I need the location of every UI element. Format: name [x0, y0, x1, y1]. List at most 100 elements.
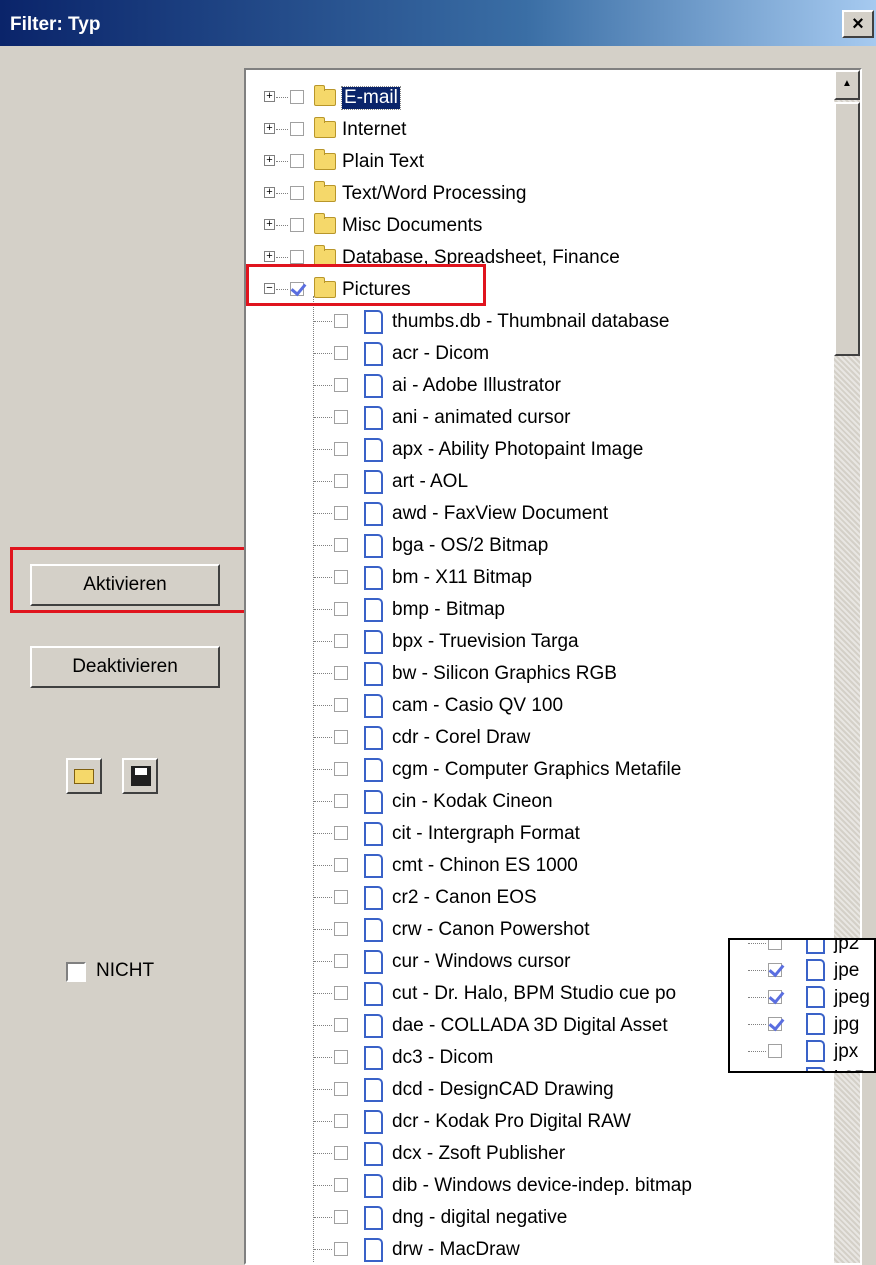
tree-checkbox[interactable] [290, 250, 304, 264]
tree-row[interactable]: dcr - Kodak Pro Digital RAW [246, 1106, 836, 1138]
expand-icon[interactable]: + [264, 123, 275, 134]
file-type-tree[interactable]: ▲ + E-mail + Internet + Plain Text + Text/Word … [244, 68, 862, 1265]
tree-checkbox[interactable] [334, 442, 348, 456]
tree-label: Text/Word Processing [342, 183, 527, 204]
tree-checkbox[interactable] [334, 314, 348, 328]
tree-row[interactable]: bmp - Bitmap [246, 594, 836, 626]
tree-connector [748, 997, 766, 998]
document-icon [364, 566, 383, 590]
open-file-button[interactable] [66, 758, 102, 794]
tree-label: dng - digital negative [392, 1207, 568, 1228]
tree-row[interactable]: cam - Casio QV 100 [246, 690, 836, 722]
tree-checkbox[interactable] [334, 1178, 348, 1192]
expand-icon[interactable]: + [264, 219, 275, 230]
tree-checkbox[interactable] [290, 90, 304, 104]
tree-row[interactable]: cdr - Corel Draw [246, 722, 836, 754]
expand-icon[interactable]: + [264, 91, 275, 102]
close-button[interactable]: × [842, 10, 874, 38]
tree-checkbox[interactable] [290, 122, 304, 136]
tree-row[interactable]: ai - Adobe Illustrator [246, 370, 836, 402]
tree-checkbox[interactable] [334, 794, 348, 808]
vertical-scrollbar[interactable]: ▲ [834, 70, 860, 1263]
tree-checkbox[interactable] [334, 1018, 348, 1032]
tree-checkbox[interactable] [334, 538, 348, 552]
tree-row[interactable]: dib - Windows device-indep. bitmap [246, 1170, 836, 1202]
document-icon [364, 758, 383, 782]
tree-row[interactable]: dcx - Zsoft Publisher [246, 1138, 836, 1170]
tree-checkbox[interactable] [334, 474, 348, 488]
tree-row[interactable]: cr2 - Canon EOS [246, 882, 836, 914]
tree-label: cit - Intergraph Format [392, 823, 580, 844]
tree-checkbox[interactable] [334, 378, 348, 392]
tree-checkbox[interactable] [334, 986, 348, 1000]
nicht-label: NICHT [96, 960, 155, 981]
tree-checkbox[interactable] [290, 186, 304, 200]
deactivate-button[interactable]: Deaktivieren [30, 646, 220, 688]
tree-checkbox[interactable] [334, 954, 348, 968]
tree-row[interactable]: ani - animated cursor [246, 402, 836, 434]
tree-label: cmt - Chinon ES 1000 [392, 855, 578, 876]
tree-checkbox[interactable] [334, 858, 348, 872]
tree-checkbox[interactable] [334, 1082, 348, 1096]
tree-row[interactable]: bga - OS/2 Bitmap [246, 530, 836, 562]
tree-checkbox[interactable] [334, 634, 348, 648]
tree-row[interactable]: apx - Ability Photopaint Image [246, 434, 836, 466]
tree-checkbox[interactable] [334, 410, 348, 424]
expand-icon[interactable]: + [264, 251, 275, 262]
tree-row[interactable]: bm - X11 Bitmap [246, 562, 836, 594]
save-disk-icon [131, 766, 151, 786]
tree-checkbox[interactable] [334, 666, 348, 680]
nicht-checkbox[interactable] [66, 962, 86, 982]
inset-checkbox [768, 1071, 782, 1073]
tree-row[interactable]: thumbs.db - Thumbnail database [246, 306, 836, 338]
tree-row[interactable]: dng - digital negative [246, 1202, 836, 1234]
expand-icon[interactable]: + [264, 187, 275, 198]
save-file-button[interactable] [122, 758, 158, 794]
inset-row: jpeg [730, 984, 874, 1011]
scroll-up-arrow-icon[interactable]: ▲ [834, 70, 860, 100]
tree-checkbox[interactable] [334, 826, 348, 840]
tree-row[interactable]: cgm - Computer Graphics Metafile [246, 754, 836, 786]
tree-row[interactable]: + Plain Text [246, 146, 836, 178]
tree-row[interactable]: cin - Kodak Cineon [246, 786, 836, 818]
tree-checkbox[interactable] [290, 218, 304, 232]
tree-row[interactable]: + E-mail [246, 82, 836, 114]
tree-row[interactable]: cit - Intergraph Format [246, 818, 836, 850]
tree-checkbox[interactable] [334, 602, 348, 616]
tree-checkbox[interactable] [334, 922, 348, 936]
scrollbar-thumb[interactable] [834, 102, 860, 356]
tree-checkbox[interactable] [334, 890, 348, 904]
tree-checkbox[interactable] [334, 1114, 348, 1128]
tree-row[interactable]: + Misc Documents [246, 210, 836, 242]
tree-checkbox[interactable] [334, 570, 348, 584]
tree-connector [314, 769, 332, 770]
tree-checkbox[interactable] [334, 506, 348, 520]
tree-row[interactable]: art - AOL [246, 466, 836, 498]
tree-row[interactable]: bw - Silicon Graphics RGB [246, 658, 836, 690]
tree-row[interactable]: drw - MacDraw [246, 1234, 836, 1263]
tree-checkbox[interactable] [334, 1050, 348, 1064]
expand-icon[interactable]: + [264, 155, 275, 166]
tree-checkbox[interactable] [334, 762, 348, 776]
document-icon [364, 1206, 383, 1230]
tree-row[interactable]: awd - FaxView Document [246, 498, 836, 530]
tree-row[interactable]: acr - Dicom [246, 338, 836, 370]
tree-label: dib - Windows device-indep. bitmap [392, 1175, 692, 1196]
tree-checkbox[interactable] [334, 730, 348, 744]
document-icon [364, 406, 383, 430]
inset-checkbox [768, 963, 782, 977]
tree-row[interactable]: bpx - Truevision Targa [246, 626, 836, 658]
tree-row[interactable]: cmt - Chinon ES 1000 [246, 850, 836, 882]
tree-connector [276, 129, 288, 130]
tree-row[interactable]: + Text/Word Processing [246, 178, 836, 210]
tree-checkbox[interactable] [334, 1146, 348, 1160]
tree-row[interactable]: + Internet [246, 114, 836, 146]
tree-checkbox[interactable] [334, 346, 348, 360]
tree-checkbox[interactable] [334, 1242, 348, 1256]
tree-row[interactable]: dcd - DesignCAD Drawing [246, 1074, 836, 1106]
tree-checkbox[interactable] [334, 698, 348, 712]
tree-connector [314, 1249, 332, 1250]
tree-checkbox[interactable] [334, 1210, 348, 1224]
tree-connector [314, 577, 332, 578]
tree-checkbox[interactable] [290, 154, 304, 168]
